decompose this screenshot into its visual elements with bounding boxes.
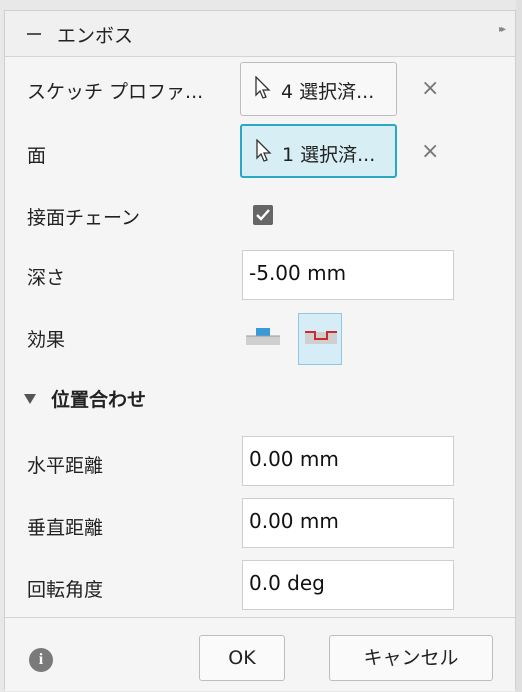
depth-input[interactable]: -5.00 mm (242, 250, 454, 300)
sketch-profile-label: スケッチ プロファ... (27, 81, 204, 103)
sketch-profile-clear-icon[interactable]: × (421, 78, 439, 100)
sketch-profile-select-button[interactable]: 4 選択済... (240, 62, 397, 116)
alignment-section-title[interactable]: 位置合わせ (51, 385, 146, 412)
info-icon[interactable]: i (29, 648, 53, 672)
ok-button[interactable]: OK (199, 635, 285, 681)
face-select-button[interactable]: 1 選択済... (240, 124, 397, 178)
face-selection-count: 1 選択済... (282, 144, 376, 166)
emboss-dialog: エンボス ▸▸ スケッチ プロファ... 4 選択済... × 面 1 選択済.… (4, 10, 516, 691)
collapse-icon[interactable] (27, 33, 41, 35)
face-label: 面 (27, 145, 47, 167)
tangent-chain-checkbox[interactable] (253, 205, 273, 225)
effect-label: 効果 (27, 329, 66, 351)
expand-arrows-icon[interactable]: ▸▸ (499, 24, 506, 35)
tangent-chain-label: 接面チェーン (27, 207, 141, 229)
section-collapse-triangle-icon[interactable] (23, 393, 37, 405)
dialog-title: エンボス (57, 25, 134, 47)
cancel-button[interactable]: キャンセル (329, 635, 493, 681)
vertical-distance-input[interactable]: 0.00 mm (242, 498, 454, 548)
sketch-profile-selection-count: 4 選択済... (281, 81, 375, 103)
checkmark-icon (256, 209, 270, 221)
deboss-icon (305, 331, 337, 344)
cursor-arrow-icon (256, 139, 272, 162)
horizontal-distance-label: 水平距離 (27, 455, 104, 477)
vertical-distance-label: 垂直距離 (27, 517, 104, 539)
rotation-angle-label: 回転角度 (27, 579, 104, 601)
emboss-icon[interactable] (246, 325, 280, 347)
right-edge (516, 0, 522, 692)
face-clear-icon[interactable]: × (421, 141, 439, 163)
dialog-footer: i OK キャンセル (5, 617, 515, 691)
depth-label: 深さ (27, 267, 66, 289)
dialog-titlebar: エンボス ▸▸ (5, 11, 515, 57)
cursor-arrow-icon (255, 76, 271, 99)
rotation-angle-input[interactable]: 0.0 deg (242, 560, 454, 610)
deboss-option-button[interactable] (298, 313, 342, 365)
horizontal-distance-input[interactable]: 0.00 mm (242, 436, 454, 486)
